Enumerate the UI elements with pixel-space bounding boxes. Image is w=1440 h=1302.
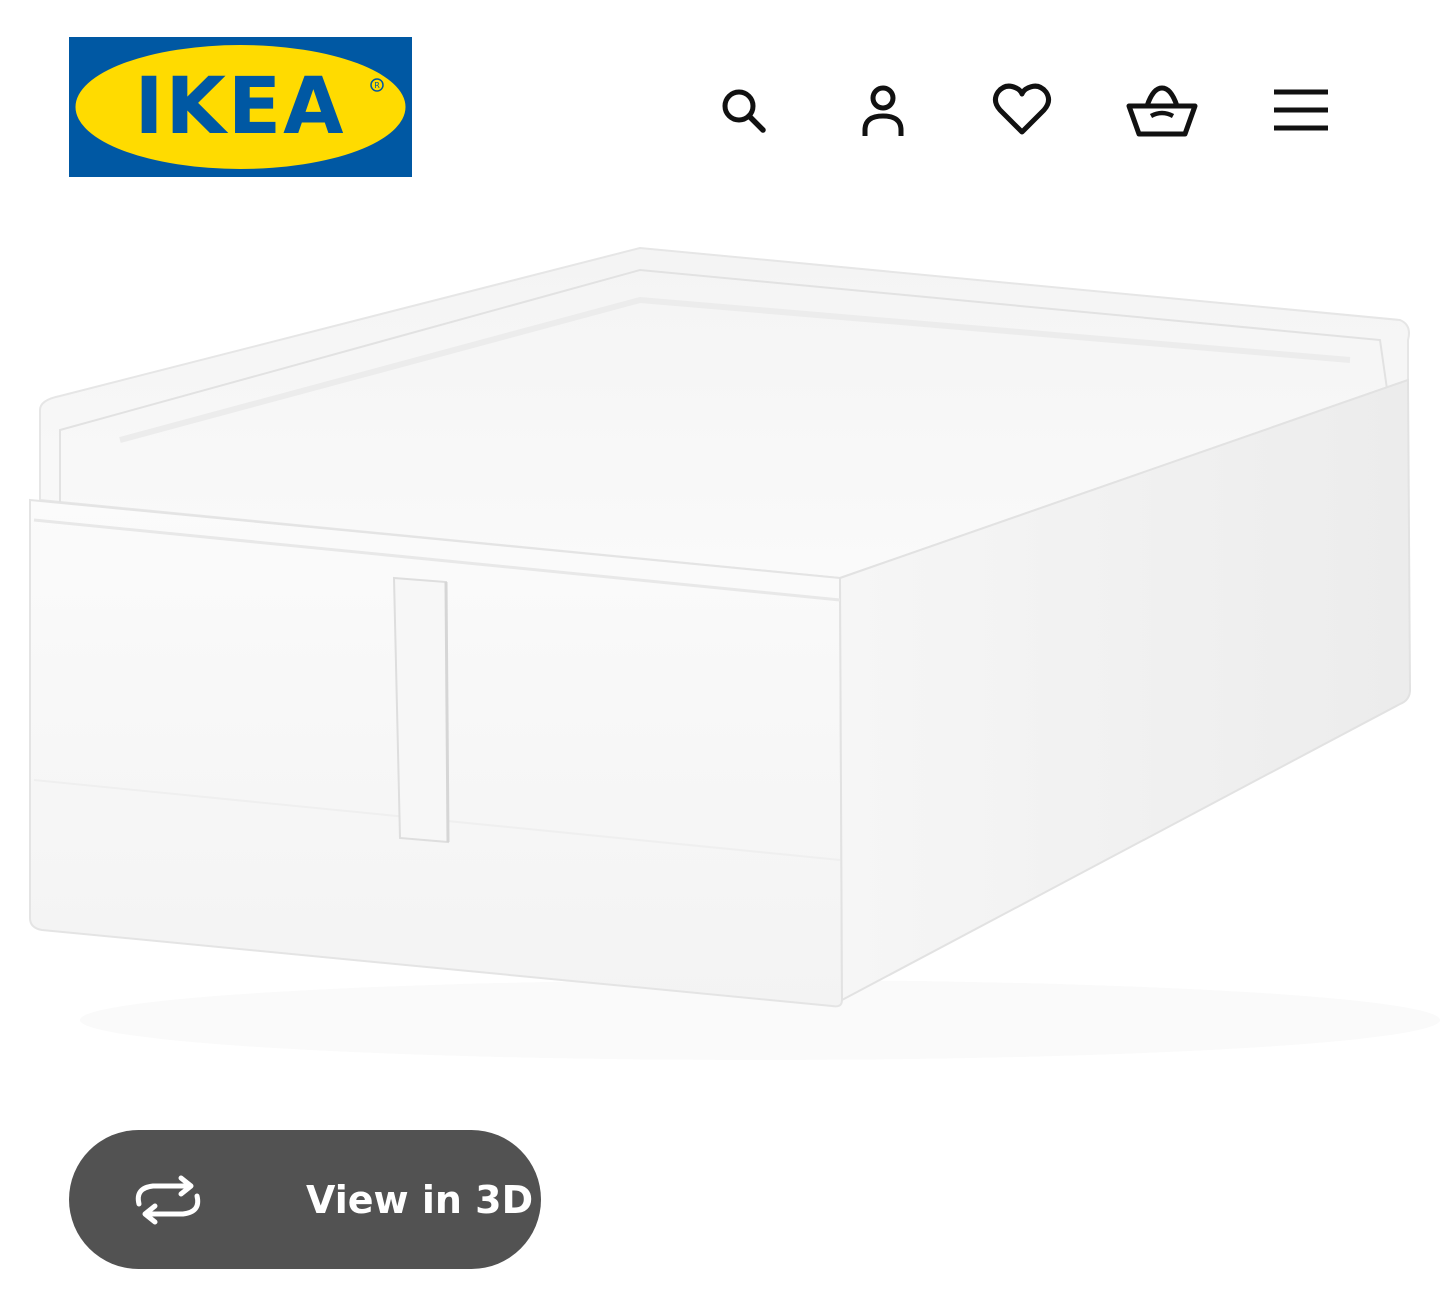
- site-header: IKEA R: [0, 0, 1440, 200]
- shopping-bag-icon: [1126, 85, 1198, 137]
- account-icon: [862, 85, 904, 136]
- rotate-arrows-icon: [135, 1175, 201, 1225]
- search-button[interactable]: [703, 70, 783, 150]
- shopping-bag-button[interactable]: [1122, 70, 1202, 150]
- header-nav: [0, 70, 1440, 150]
- account-button[interactable]: [843, 70, 923, 150]
- favourites-icon: [992, 83, 1052, 135]
- product-image[interactable]: [0, 200, 1440, 1120]
- menu-button[interactable]: [1261, 70, 1341, 150]
- menu-icon: [1274, 89, 1328, 131]
- search-icon: [722, 89, 766, 133]
- view-in-3d-label: View in 3D: [306, 1177, 534, 1222]
- storage-box-illustration: [29, 246, 1440, 1060]
- favourites-button[interactable]: [982, 70, 1062, 150]
- view-in-3d-button[interactable]: View in 3D: [69, 1130, 541, 1269]
